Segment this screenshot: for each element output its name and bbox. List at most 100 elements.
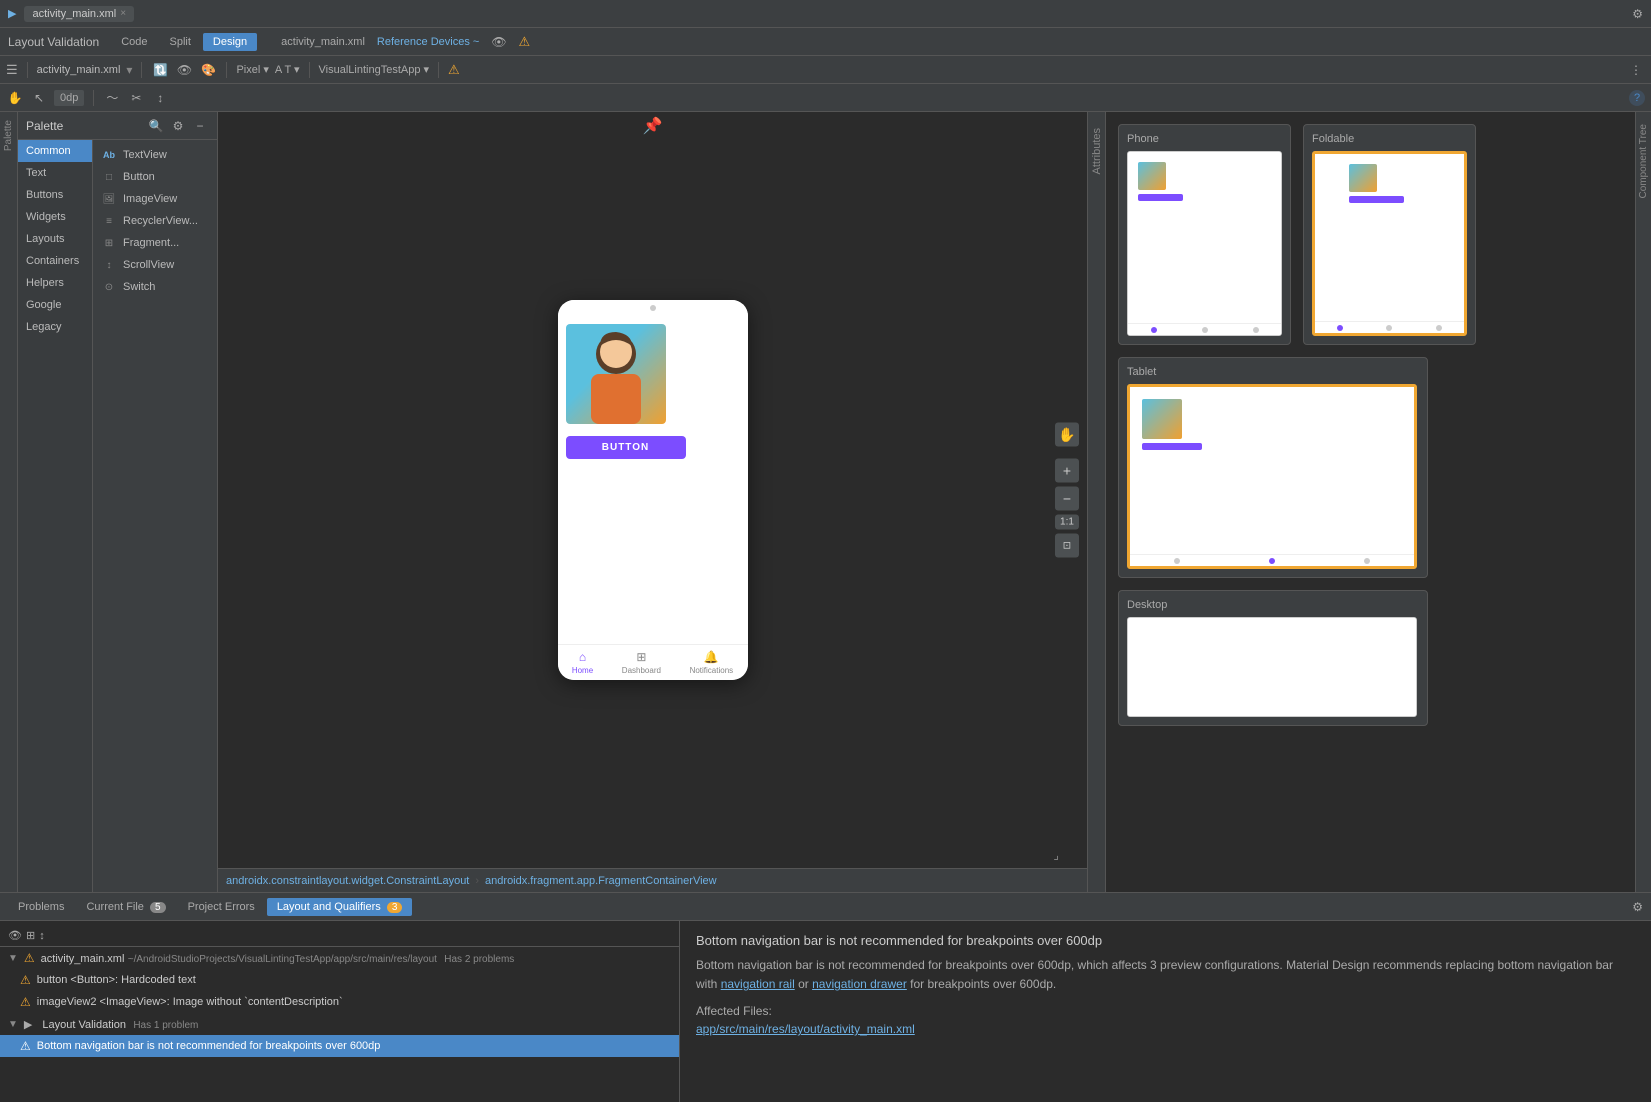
problem-row-button[interactable]: ⚠ button <Button>: Hardcoded text bbox=[0, 969, 679, 991]
nav-item-home[interactable]: ⌂ Home bbox=[572, 650, 593, 675]
palette-cat-common[interactable]: Common bbox=[18, 140, 92, 162]
component-tree-label[interactable]: Component Tree bbox=[1634, 120, 1651, 203]
palette-cat-widgets[interactable]: Widgets bbox=[18, 206, 92, 228]
expand-arrow-lv[interactable]: ▼ bbox=[8, 1019, 18, 1030]
expand-arrow-file[interactable]: ▼ bbox=[8, 953, 18, 964]
palette-icon[interactable]: 🎨 bbox=[199, 61, 217, 79]
palette-item-fragment[interactable]: ⊞ Fragment... bbox=[97, 232, 213, 254]
app-selector[interactable]: VisualLintingTestApp ▾ bbox=[319, 63, 430, 76]
file-dropdown-arrow[interactable]: ▾ bbox=[126, 63, 132, 77]
cut-icon[interactable]: ✂ bbox=[127, 89, 145, 107]
nav-item-notifications[interactable]: 🔔 Notifications bbox=[690, 650, 734, 675]
avatar-svg bbox=[576, 324, 656, 424]
affected-file-link[interactable]: app/src/main/res/layout/activity_main.xm… bbox=[696, 1022, 1635, 1036]
top-bar: ▶ activity_main.xml × ⚙ bbox=[0, 0, 1651, 28]
palette-item-scrollview[interactable]: ↕ ScrollView bbox=[97, 254, 213, 276]
zoom-level-label: 1:1 bbox=[1055, 515, 1079, 530]
problem-row-bottomnav[interactable]: ⚠ Bottom navigation bar is not recommend… bbox=[0, 1035, 679, 1057]
margin-input[interactable]: 0dp bbox=[54, 90, 84, 106]
arrow-icon[interactable]: ↕ bbox=[151, 89, 169, 107]
wave-icon[interactable]: 〜 bbox=[103, 89, 121, 107]
palette-settings-icon[interactable]: ⚙ bbox=[169, 117, 187, 135]
breadcrumb-constraintlayout[interactable]: androidx.constraintlayout.widget.Constra… bbox=[226, 875, 469, 887]
breadcrumb-fragmentcontainer[interactable]: androidx.fragment.app.FragmentContainerV… bbox=[485, 875, 717, 887]
hand-tool-icon[interactable]: ✋ bbox=[6, 89, 24, 107]
device-card-foldable: Foldable ⚠ bbox=[1303, 124, 1476, 345]
eye-dropdown-icon[interactable]: 👁 bbox=[175, 61, 193, 79]
lint-warning-icon[interactable]: ⚠ bbox=[448, 62, 460, 78]
palette-cat-helpers[interactable]: Helpers bbox=[18, 272, 92, 294]
bottom-filter-icon[interactable]: ⊞ bbox=[26, 929, 35, 942]
problem-row-imageview[interactable]: ⚠ imageView2 <ImageView>: Image without … bbox=[0, 991, 679, 1013]
palette-search-icon[interactable]: 🔍 bbox=[147, 117, 165, 135]
phone-button[interactable]: BUTTON bbox=[566, 436, 686, 459]
detail-panel: Bottom navigation bar is not recommended… bbox=[680, 921, 1651, 1102]
settings-gear-icon[interactable]: ⚙ bbox=[1632, 7, 1643, 21]
attributes-label[interactable]: Attributes bbox=[1087, 120, 1107, 182]
problem-file-count: Has 2 problems bbox=[444, 954, 514, 965]
file-selector[interactable]: activity_main.xml bbox=[37, 64, 121, 76]
help-icon[interactable]: ? bbox=[1629, 90, 1645, 106]
device-screen-foldable: ⚠ bbox=[1312, 151, 1467, 336]
problem-row-file[interactable]: ▼ ⚠ activity_main.xml ~/AndroidStudioPro… bbox=[0, 947, 679, 969]
cursor-tool-icon[interactable]: ↖ bbox=[30, 89, 48, 107]
nav-home-label: Home bbox=[572, 666, 593, 675]
lv-eye-icon[interactable]: 👁 bbox=[491, 35, 506, 49]
content-area: Palette Palette 🔍 ⚙ − Common Text Button… bbox=[0, 112, 1651, 892]
pixel-selector[interactable]: Pixel ▾ bbox=[236, 63, 268, 76]
file-tab-close[interactable]: × bbox=[120, 8, 126, 19]
zoom-minus-button[interactable]: − bbox=[1055, 487, 1079, 511]
palette-cat-buttons[interactable]: Buttons bbox=[18, 184, 92, 206]
palette-item-button[interactable]: □ Button bbox=[97, 166, 213, 188]
palette-item-switch[interactable]: ⊙ Switch bbox=[97, 276, 213, 298]
nav-item-dashboard[interactable]: ⊞ Dashboard bbox=[622, 650, 661, 675]
tab-current-file[interactable]: Current File 5 bbox=[76, 898, 175, 916]
palette-cat-containers[interactable]: Containers bbox=[18, 250, 92, 272]
component-tree-panel: Component Tree bbox=[1635, 112, 1651, 892]
palette-label[interactable]: Palette bbox=[3, 120, 14, 151]
menu-icon[interactable]: ☰ bbox=[6, 62, 18, 78]
navigation-rail-link[interactable]: navigation rail bbox=[721, 977, 795, 991]
device-card-phone: Phone bbox=[1118, 124, 1291, 345]
palette-item-imageview[interactable]: 🖼 ImageView bbox=[97, 188, 213, 210]
hand-zoom-icon[interactable]: ✋ bbox=[1055, 423, 1079, 447]
more-options-icon[interactable]: ⋮ bbox=[1627, 61, 1645, 79]
separator5 bbox=[438, 62, 439, 78]
detail-body: Bottom navigation bar is not recommended… bbox=[696, 956, 1635, 994]
ref-devices-button[interactable]: Reference Devices ~ bbox=[377, 36, 479, 48]
tab-split[interactable]: Split bbox=[159, 33, 200, 51]
canvas-scroll[interactable]: 📌 bbox=[218, 112, 1087, 868]
affected-files-label: Affected Files: bbox=[696, 1004, 1635, 1018]
palette-panel: Palette 🔍 ⚙ − Common Text Buttons Widget… bbox=[18, 112, 218, 892]
bottom-tabs: Problems Current File 5 Project Errors L… bbox=[0, 893, 1651, 921]
bottom-sort-icon[interactable]: ↕ bbox=[39, 930, 45, 942]
tab-code[interactable]: Code bbox=[111, 33, 157, 51]
tab-design[interactable]: Design bbox=[203, 33, 257, 51]
palette-cat-legacy[interactable]: Legacy bbox=[18, 316, 92, 338]
resize-handle[interactable]: ⌟ bbox=[1053, 848, 1059, 862]
palette-minus-icon[interactable]: − bbox=[191, 117, 209, 135]
fit-screen-icon[interactable]: ⊡ bbox=[1055, 534, 1079, 558]
refresh-icon[interactable]: 🔃 bbox=[151, 61, 169, 79]
palette-item-textview[interactable]: Ab TextView bbox=[97, 144, 213, 166]
tab-layout-qualifiers[interactable]: Layout and Qualifiers 3 bbox=[267, 898, 413, 916]
notch-dot bbox=[650, 305, 656, 311]
nav-notifications-label: Notifications bbox=[690, 666, 734, 675]
bottom-eye-icon[interactable]: 👁 bbox=[8, 929, 22, 942]
palette-cat-layouts[interactable]: Layouts bbox=[18, 228, 92, 250]
problem-row-layout-validation[interactable]: ▼ ▶ Layout Validation Has 1 problem bbox=[0, 1013, 679, 1035]
tab-project-errors[interactable]: Project Errors bbox=[178, 898, 265, 916]
palette-cat-text[interactable]: Text bbox=[18, 162, 92, 184]
text-size-selector[interactable]: A T ▾ bbox=[275, 63, 300, 76]
file-tab[interactable]: activity_main.xml × bbox=[24, 6, 134, 22]
recyclerview-label: RecyclerView... bbox=[123, 215, 198, 227]
separator6 bbox=[93, 90, 94, 106]
breadcrumb-separator: › bbox=[475, 875, 479, 887]
palette-item-recyclerview[interactable]: ≡ RecyclerView... bbox=[97, 210, 213, 232]
navigation-drawer-link[interactable]: navigation drawer bbox=[812, 977, 907, 991]
palette-cat-google[interactable]: Google bbox=[18, 294, 92, 316]
scrollview-icon: ↕ bbox=[101, 257, 117, 273]
zoom-plus-button[interactable]: + bbox=[1055, 459, 1079, 483]
tab-problems[interactable]: Problems bbox=[8, 898, 74, 916]
bottom-settings-icon[interactable]: ⚙ bbox=[1632, 900, 1643, 914]
